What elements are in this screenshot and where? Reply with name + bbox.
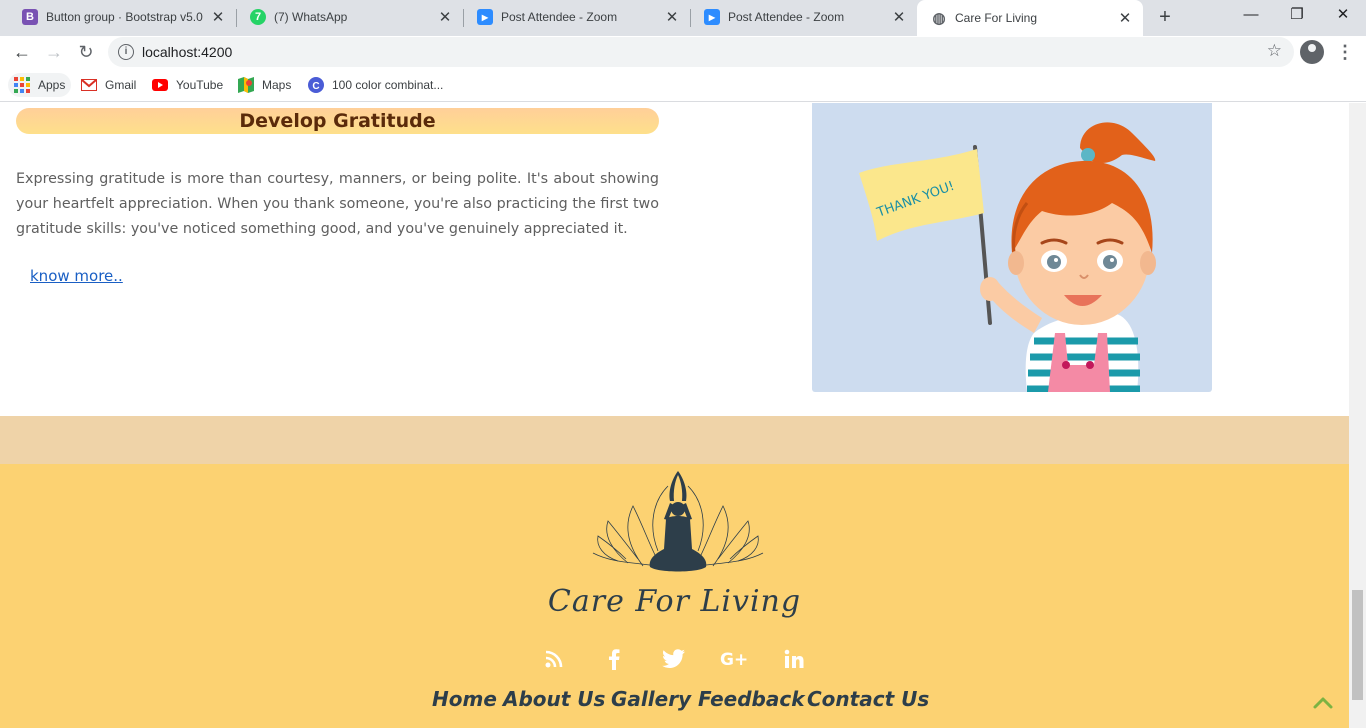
address-bar[interactable]: i localhost:4200 ☆ bbox=[108, 37, 1294, 67]
meditation-logo-icon bbox=[588, 471, 768, 581]
browser-toolbar: ← → ↻ i localhost:4200 ☆ bbox=[0, 36, 1366, 68]
close-icon[interactable]: ✕ bbox=[435, 8, 455, 26]
zoom-icon: ▶ bbox=[704, 9, 720, 25]
window-close-button[interactable]: ✕ bbox=[1328, 4, 1358, 28]
linkedin-icon[interactable] bbox=[782, 647, 806, 671]
tab-title: (7) WhatsApp bbox=[274, 10, 348, 24]
bookmark-label: YouTube bbox=[176, 78, 224, 92]
rss-icon[interactable] bbox=[542, 647, 566, 671]
back-button[interactable]: ← bbox=[10, 40, 34, 64]
forward-button[interactable]: → bbox=[42, 40, 66, 64]
google-plus-icon[interactable]: G+ bbox=[720, 647, 750, 671]
globe-icon: ◍ bbox=[932, 10, 946, 27]
tab-care-for-living[interactable]: ◍ Care For Living ✕ bbox=[917, 0, 1143, 36]
close-icon[interactable]: ✕ bbox=[889, 8, 909, 26]
tab-whatsapp[interactable]: 7 (7) WhatsApp ✕ bbox=[236, 0, 463, 34]
twitter-icon[interactable] bbox=[662, 647, 686, 671]
footer-top-band bbox=[0, 416, 1349, 464]
browser-menu-icon[interactable]: ⋮ bbox=[1336, 40, 1354, 64]
footer-nav-feedback[interactable]: Feedback bbox=[698, 687, 805, 711]
tab-zoom-1[interactable]: ▶ Post Attendee - Zoom ✕ bbox=[463, 0, 690, 34]
tab-bootstrap[interactable]: B Button group · Bootstrap v5.0 ✕ bbox=[8, 0, 236, 34]
minimize-button[interactable]: — bbox=[1236, 4, 1266, 28]
footer-nav-gallery[interactable]: Gallery bbox=[611, 687, 691, 711]
thank-you-illustration: THANK YOU! bbox=[812, 103, 1212, 392]
color-combination-icon: C bbox=[308, 77, 324, 93]
tab-title: Care For Living bbox=[955, 11, 1038, 25]
zoom-icon: ▶ bbox=[477, 9, 493, 25]
new-tab-button[interactable]: + bbox=[1153, 6, 1177, 30]
bookmark-label: Maps bbox=[262, 78, 292, 92]
maps-icon bbox=[238, 77, 254, 93]
bookmark-maps[interactable]: Maps bbox=[238, 73, 291, 97]
bookmark-youtube[interactable]: YouTube bbox=[152, 73, 223, 97]
know-more-link[interactable]: know more.. bbox=[30, 267, 123, 285]
scrollbar-thumb[interactable] bbox=[1352, 590, 1363, 700]
profile-avatar[interactable] bbox=[1300, 40, 1324, 64]
info-icon[interactable]: i bbox=[118, 44, 134, 60]
tab-title: Post Attendee - Zoom bbox=[728, 10, 845, 24]
bookmark-label: Apps bbox=[38, 78, 66, 92]
site-footer: Care For Living G+ Home About Us Gallery… bbox=[0, 464, 1349, 728]
section-heading: Develop Gratitude bbox=[16, 108, 659, 134]
gmail-icon bbox=[81, 77, 97, 93]
tab-zoom-2[interactable]: ▶ Post Attendee - Zoom ✕ bbox=[690, 0, 917, 34]
brand-name: Care For Living bbox=[547, 584, 802, 619]
bookmark-color-combinations[interactable]: C 100 color combinat... bbox=[308, 73, 443, 97]
bookmarks-bar: Apps Gmail YouTube Maps C 100 color comb… bbox=[0, 68, 1366, 102]
youtube-icon bbox=[152, 77, 168, 93]
tab-title: Post Attendee - Zoom bbox=[501, 10, 618, 24]
apps-grid-icon bbox=[14, 77, 30, 93]
bookmark-gmail[interactable]: Gmail bbox=[81, 73, 136, 97]
bookmark-apps[interactable]: Apps bbox=[8, 73, 72, 97]
reload-button[interactable]: ↻ bbox=[74, 40, 98, 64]
footer-nav-home[interactable]: Home bbox=[432, 687, 497, 711]
whatsapp-icon: 7 bbox=[250, 9, 266, 25]
scroll-to-top-icon[interactable] bbox=[1311, 695, 1335, 711]
gratitude-paragraph: Expressing gratitude is more than courte… bbox=[16, 171, 659, 237]
tab-strip: B Button group · Bootstrap v5.0 ✕ 7 (7) … bbox=[0, 0, 1366, 36]
close-icon[interactable]: ✕ bbox=[662, 8, 682, 26]
footer-nav-contact-us[interactable]: Contact Us bbox=[807, 687, 929, 711]
facebook-icon[interactable] bbox=[602, 647, 626, 671]
bookmark-label: 100 color combinat... bbox=[332, 78, 444, 92]
bookmark-label: Gmail bbox=[105, 78, 137, 92]
bookmark-star-icon[interactable]: ☆ bbox=[1267, 41, 1282, 61]
bootstrap-icon: B bbox=[22, 9, 38, 25]
close-icon[interactable]: ✕ bbox=[208, 8, 228, 26]
close-icon[interactable]: ✕ bbox=[1115, 9, 1135, 27]
svg-text:G+: G+ bbox=[720, 650, 748, 669]
tab-title: Button group · Bootstrap v5.0 bbox=[46, 10, 203, 24]
page-viewport: Develop Gratitude Expressing gratitude i… bbox=[0, 103, 1349, 728]
footer-nav-about-us[interactable]: About Us bbox=[503, 687, 605, 711]
url-text: localhost:4200 bbox=[142, 44, 233, 60]
svg-text:C: C bbox=[312, 81, 319, 92]
maximize-button[interactable]: ❐ bbox=[1282, 4, 1312, 28]
